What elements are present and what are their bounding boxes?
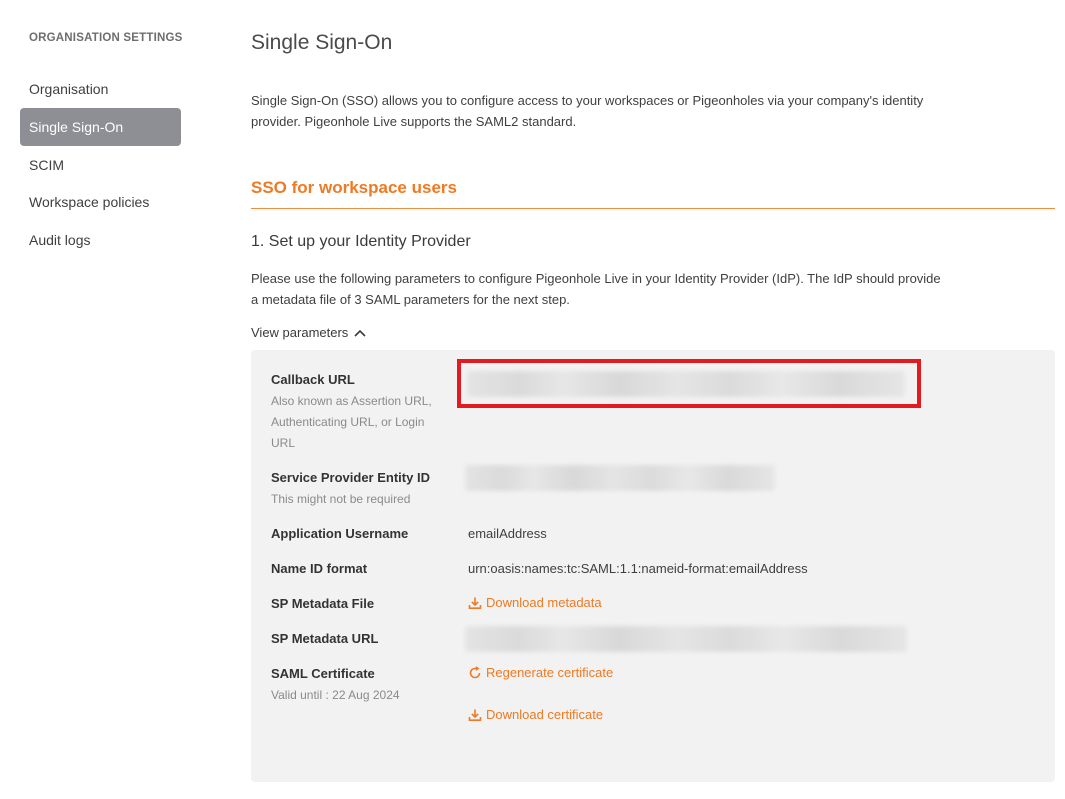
download-metadata-link[interactable]: Download metadata <box>468 595 602 610</box>
page-title: Single Sign-On <box>251 31 393 54</box>
sp-metadata-file-label: SP Metadata File <box>271 596 375 611</box>
sidebar-item-scim[interactable]: SCIM <box>20 146 181 184</box>
section-title: SSO for workspace users <box>251 178 457 197</box>
sidebar-heading: ORGANISATION SETTINGS <box>29 32 183 44</box>
chevron-up-icon <box>354 329 366 337</box>
step-title: 1. Set up your Identity Provider <box>251 233 471 250</box>
saml-certificate-validity: Valid until : 22 Aug 2024 <box>271 688 400 702</box>
name-id-format-label: Name ID format <box>271 561 368 576</box>
saml-certificate-label: SAML Certificate <box>271 666 375 681</box>
sidebar-item-workspace-policies[interactable]: Workspace policies <box>20 183 181 221</box>
download-icon <box>468 708 482 722</box>
refresh-icon <box>468 665 482 680</box>
intro-text: Single Sign-On (SSO) allows you to confi… <box>251 93 924 129</box>
sp-entity-id-label: Service Provider Entity ID <box>271 470 430 485</box>
sp-metadata-url-label: SP Metadata URL <box>271 631 379 646</box>
name-id-format-value: urn:oasis:names:tc:SAML:1.1:nameid-forma… <box>468 561 808 576</box>
callback-url-hint: Also known as Assertion URL, Authenticat… <box>271 394 432 450</box>
download-metadata-label: Download metadata <box>486 595 602 610</box>
sidebar-item-single-sign-on[interactable]: Single Sign-On <box>20 108 181 146</box>
view-parameters-label: View parameters <box>251 325 349 340</box>
regenerate-certificate-label: Regenerate certificate <box>486 665 614 680</box>
sidebar: ORGANISATION SETTINGS Organisation Singl… <box>0 0 200 799</box>
download-certificate-link[interactable]: Download certificate <box>468 707 603 722</box>
section-divider <box>251 208 1055 209</box>
step-description: Please use the following parameters to c… <box>251 271 941 307</box>
callback-url-label: Callback URL <box>271 372 355 387</box>
callback-url-highlight <box>457 359 921 408</box>
sidebar-item-audit-logs[interactable]: Audit logs <box>20 221 181 259</box>
sp-entity-id-hint: This might not be required <box>271 492 411 506</box>
sidebar-item-organisation[interactable]: Organisation <box>20 70 181 108</box>
regenerate-certificate-link[interactable]: Regenerate certificate <box>468 665 613 680</box>
app-username-label: Application Username <box>271 526 409 541</box>
sp-entity-id-value-redacted[interactable] <box>465 465 775 491</box>
download-certificate-label: Download certificate <box>486 707 604 722</box>
app-username-value: emailAddress <box>468 526 547 541</box>
view-parameters-toggle[interactable]: View parameters <box>251 325 366 340</box>
sp-metadata-url-value-redacted[interactable] <box>465 626 907 652</box>
parameters-panel: Callback URL Also known as Assertion URL… <box>251 350 1055 782</box>
download-icon <box>468 596 482 610</box>
